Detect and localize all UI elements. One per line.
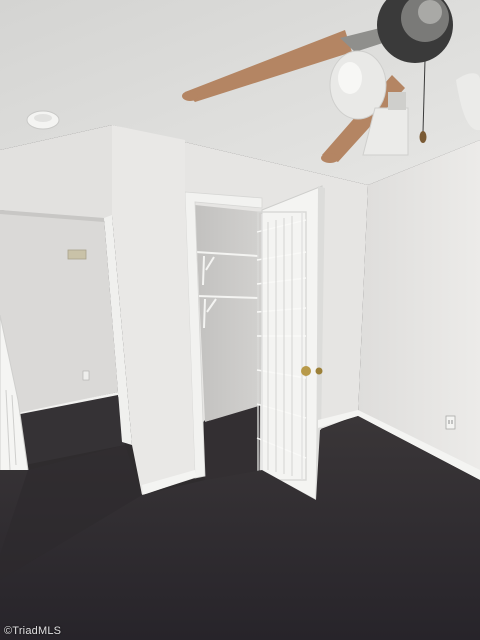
bedroom-photo: ©TriadMLS [0,0,480,640]
wall-panel [67,249,87,260]
smoke-detector [26,110,60,130]
wall-outlet [445,415,456,430]
watermark: ©TriadMLS [4,625,62,637]
hallway-outlet [82,370,90,381]
closet-door [259,185,323,501]
room-illustration [0,0,480,640]
hallway-opening [0,210,118,418]
